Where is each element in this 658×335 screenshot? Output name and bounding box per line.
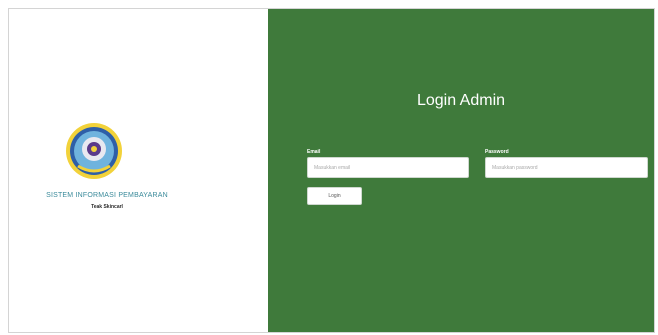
- email-input[interactable]: [307, 157, 469, 178]
- login-title: Login Admin: [416, 92, 506, 109]
- password-label: Password: [485, 149, 509, 155]
- login-button[interactable]: Login: [307, 187, 362, 205]
- login-page: SISTEM INFORMASI PEMBAYARAN Teak Skincar…: [8, 8, 655, 333]
- brand-panel: SISTEM INFORMASI PEMBAYARAN Teak Skincar…: [9, 9, 268, 332]
- password-input[interactable]: [485, 157, 648, 178]
- app-name: SISTEM INFORMASI PEMBAYARAN: [46, 192, 168, 199]
- university-seal-icon: [66, 123, 122, 179]
- app-subtitle: Teak Skincarl: [91, 204, 123, 210]
- email-label: Email: [307, 149, 321, 155]
- login-panel: Login Admin Email Password Login: [268, 9, 654, 332]
